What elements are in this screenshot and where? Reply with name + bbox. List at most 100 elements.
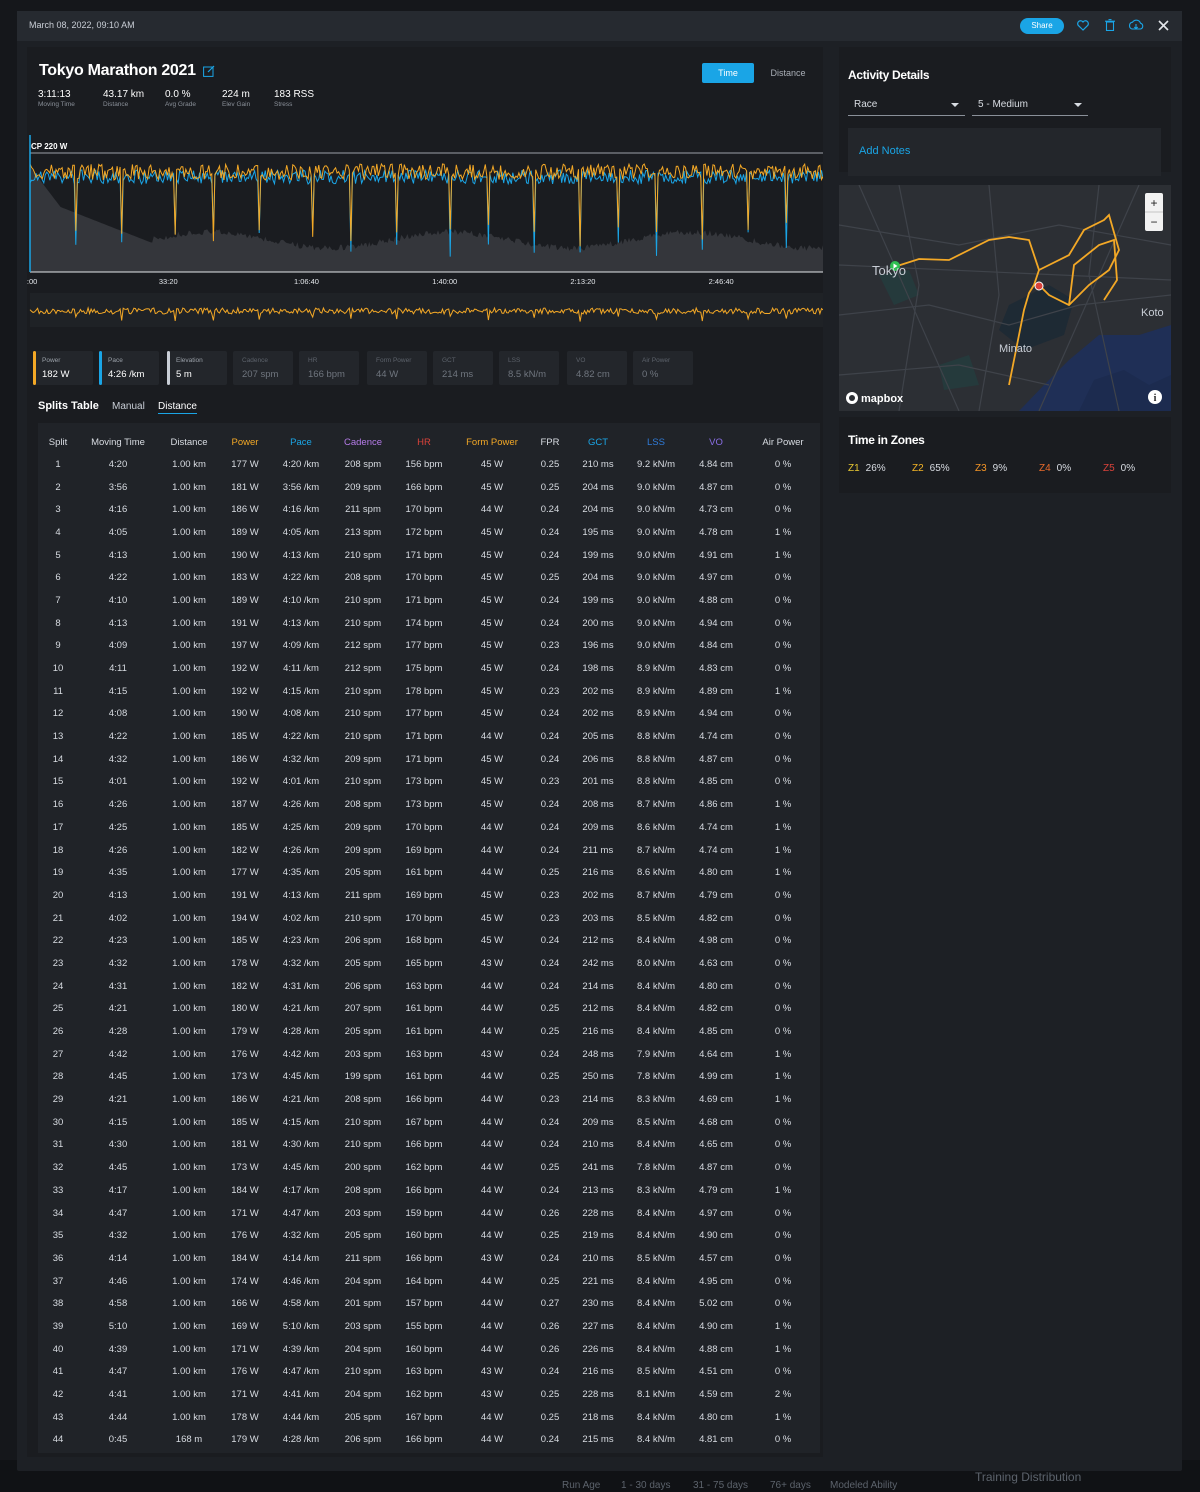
metric-form-power[interactable]: Form Power 44 W (367, 351, 427, 385)
table-cell: 1.00 km (172, 980, 206, 992)
table-cell: 248 ms (582, 1048, 614, 1060)
table-cell: 44 W (480, 1275, 504, 1287)
table-cell: 4:11 (109, 663, 127, 675)
column-header[interactable]: HR (394, 431, 454, 453)
metric-pace[interactable]: Pace 4:26 /km (99, 351, 159, 385)
splits-header-row: Split Moving Time Distance Power Pace Cadence… (38, 431, 820, 453)
tab-manual[interactable]: Manual (112, 401, 145, 412)
add-notes-box[interactable]: Add Notes (848, 128, 1161, 176)
table-cell: 4:28 /km (282, 1026, 320, 1038)
table-cell: 14 (52, 753, 64, 765)
column-header[interactable]: FPR (530, 431, 570, 453)
table-cell: 0 % (774, 889, 792, 901)
table-cell: 0 % (774, 663, 792, 675)
table-cell: 1 % (774, 1071, 792, 1083)
table-row: 41 4:47 1.00 km 176 W 4:47 /km 210 spm 163 bpm… (38, 1361, 820, 1384)
table-cell: 156 bpm (405, 458, 443, 470)
share-button[interactable]: Share (1020, 18, 1064, 34)
table-cell: 10 (52, 663, 64, 675)
table-cell: 12 (52, 708, 64, 720)
table-cell: 4:46 /km (282, 1275, 320, 1287)
zoom-in-button[interactable]: + (1150, 196, 1157, 210)
table-cell: 44 W (480, 731, 504, 743)
table-cell: 169 bpm (405, 889, 443, 901)
heart-icon[interactable] (1075, 17, 1091, 33)
table-cell: 162 bpm (405, 1389, 443, 1401)
column-header[interactable]: Moving Time (78, 431, 158, 453)
table-cell: 4.87 cm (699, 1162, 733, 1174)
table-cell: 1.00 km (172, 1071, 206, 1083)
column-header[interactable]: Form Power (454, 431, 530, 453)
table-cell: 4:11 /km (283, 663, 319, 675)
table-cell: 205 spm (344, 1411, 382, 1423)
table-cell: 4 (55, 526, 61, 538)
splits-table: Split Moving Time Distance Power Pace Cadence… (38, 431, 820, 1451)
zone-name: Z3 (975, 463, 987, 474)
metric-elevation[interactable]: Elevation 5 m (167, 351, 227, 385)
column-header[interactable]: GCT (570, 431, 626, 453)
column-header[interactable]: Split (38, 431, 78, 453)
table-cell: 0.26 (540, 1343, 560, 1355)
table-cell: 4:47 (108, 1207, 128, 1219)
table-cell: 210 spm (344, 708, 382, 720)
metric-gct[interactable]: GCT 214 ms (433, 351, 493, 385)
add-notes-link[interactable]: Add Notes (859, 145, 910, 157)
metric-lss[interactable]: LSS 8.5 kN/m (499, 351, 559, 385)
metric-cadence[interactable]: Cadence 207 spm (233, 351, 293, 385)
column-header[interactable]: LSS (626, 431, 686, 453)
table-cell: 4:44 (108, 1411, 128, 1423)
table-cell: 30 (52, 1116, 64, 1128)
table-cell: 208 spm (344, 1184, 382, 1196)
activity-chart[interactable]: CP 220 W 0:00 33:20 1:06:40 1:40:00 2:13:20 2… (27, 127, 823, 327)
table-cell: 4:01 (108, 776, 128, 788)
column-header[interactable]: VO (686, 431, 746, 453)
table-cell: 4.79 cm (699, 889, 733, 901)
column-header[interactable]: Pace (270, 431, 332, 453)
metric-vo[interactable]: VO 4.82 cm (567, 351, 627, 385)
column-header[interactable]: Power (220, 431, 270, 453)
column-header[interactable]: Distance (158, 431, 220, 453)
time-in-zones-title: Time in Zones (848, 433, 925, 447)
table-cell: 20 (52, 889, 64, 901)
activity-type-select[interactable]: Race (848, 92, 965, 116)
table-cell: 45 W (480, 889, 504, 901)
table-cell: 43 W (480, 1252, 504, 1264)
table-cell: 44 W (480, 1434, 504, 1446)
overview-strip (30, 293, 823, 327)
splits-body: 1 4:20 1.00 km 177 W 4:20 /km 208 spm 156 bpm 4… (38, 453, 820, 1451)
close-icon[interactable] (1155, 17, 1171, 33)
column-header[interactable]: Air Power (746, 431, 820, 453)
table-cell: 0.26 (540, 1207, 560, 1219)
column-header[interactable]: Cadence (332, 431, 394, 453)
table-cell: 8 (55, 617, 61, 629)
table-cell: 4:30 (108, 1139, 128, 1151)
table-cell: 171 W (231, 1207, 259, 1219)
time-toggle-button[interactable]: Time (702, 63, 754, 83)
rpe-select[interactable]: 5 - Medium (972, 92, 1088, 116)
table-cell: 159 bpm (405, 1207, 443, 1219)
table-cell: 4.88 cm (699, 594, 733, 606)
table-cell: 4:13 /km (282, 889, 320, 901)
zoom-out-button[interactable]: − (1150, 215, 1157, 229)
metric-hr[interactable]: HR 166 bpm (299, 351, 359, 385)
table-cell: 4:26 /km (282, 799, 320, 811)
table-cell: 4:45 (108, 1162, 128, 1174)
metric-power[interactable]: Power 182 W (33, 351, 93, 385)
metric-air-power[interactable]: Air Power 0 % (633, 351, 693, 385)
trash-icon[interactable] (1102, 17, 1118, 33)
table-cell: 42 (52, 1389, 64, 1401)
distance-toggle-button[interactable]: Distance (760, 63, 816, 83)
tab-distance[interactable]: Distance (158, 401, 197, 414)
table-cell: 4:28 (108, 1026, 128, 1038)
table-cell: 1.00 km (172, 640, 206, 652)
table-cell: 4:14 (108, 1252, 128, 1264)
route-map[interactable]: Tokyo Koto Minato + − mapbox i (839, 185, 1171, 411)
table-cell: 207 spm (344, 1003, 382, 1015)
table-row: 1 4:20 1.00 km 177 W 4:20 /km 208 spm 156 bpm 4… (38, 453, 820, 476)
table-cell: 4.88 cm (699, 1343, 733, 1355)
cloud-download-icon[interactable] (1128, 17, 1144, 33)
table-cell: 177 W (231, 867, 259, 879)
table-cell: 1.00 km (172, 1252, 206, 1264)
edit-icon[interactable] (203, 64, 215, 82)
table-cell: 171 bpm (405, 594, 443, 606)
